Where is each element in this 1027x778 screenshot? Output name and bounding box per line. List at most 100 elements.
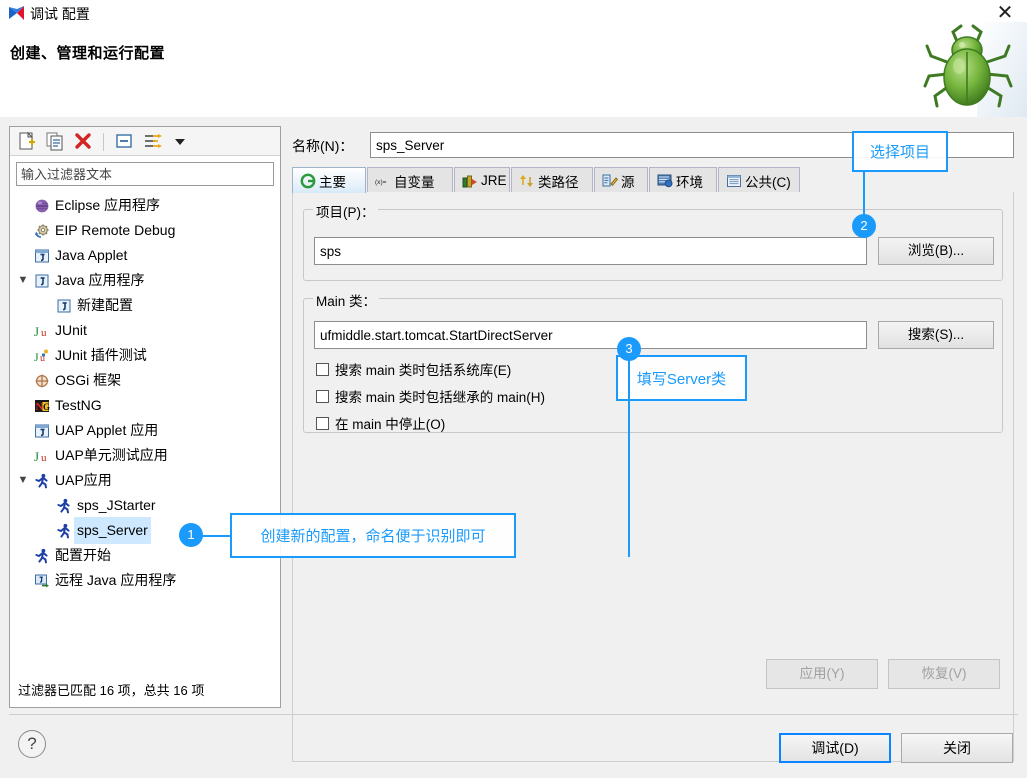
window-title: 调试 配置 [30,6,90,22]
tree-item-UAP单元测试应用[interactable]: Ju UAP单元测试应用 [12,443,278,468]
filter-icon[interactable] [141,131,165,153]
tree-item-新建配置[interactable]: 新建配置 [12,293,278,318]
annotation-2-badge: 2 [852,214,876,238]
runner-icon [54,523,74,539]
purple-sphere-icon [32,198,52,214]
junit-icon: Ju [32,323,52,339]
browse-button[interactable]: 浏览(B)... [878,237,994,265]
tree-item-label: UAP Applet 应用 [55,422,159,438]
close-button[interactable]: 关闭 [901,733,1013,763]
search-input[interactable] [16,162,274,186]
remote-java-icon [32,573,52,589]
footer-divider [9,714,1018,715]
gear-debug-icon [32,223,52,239]
tab-源[interactable]: 源 [594,167,648,193]
configurations-tree[interactable]: Eclipse 应用程序 EIP Remote Debug Java Applet ▼… [12,193,278,633]
project-group-title: 项目(P)： [313,201,378,221]
annotation-1-connector [200,535,232,537]
java-app-icon [54,298,74,314]
tab-label: 类路径 [538,174,579,190]
tree-item-OSGi-框架[interactable]: OSGi 框架 [12,368,278,393]
tab-label: JRE [481,173,507,188]
runner-icon [32,473,52,489]
java-applet-icon [32,423,52,439]
new-document-icon[interactable] [16,131,40,153]
twisty-icon[interactable]: ▼ [14,468,32,493]
classpath-icon [519,173,535,189]
checkbox-box[interactable] [316,416,329,430]
tree-item-JUnit-插件测试[interactable]: Ju JUnit 插件测试 [12,343,278,368]
annotation-2-box: 选择项目 [852,131,948,172]
question-mark-icon[interactable]: ? [18,730,46,758]
checkbox-include-inherited-main[interactable]: 搜索 main 类时包括继承的 main(H) [316,386,545,406]
copy-icon[interactable] [44,131,68,153]
java-app-icon [32,273,52,289]
tree-item-label: 远程 Java 应用程序 [55,572,177,588]
debug-button[interactable]: 调试(D) [779,733,891,763]
apply-button[interactable]: 应用(Y) [766,659,878,689]
main-class-input[interactable] [314,321,867,349]
junit-icon: Ju [32,448,52,464]
tree-item-label: sps_JStarter [77,497,156,513]
tree-item-UAP应用[interactable]: ▼ UAP应用 [12,468,278,493]
debug-config-icon [8,4,26,22]
twisty-icon[interactable]: ▼ [14,268,32,293]
tree-item-EIP-Remote-Debug[interactable]: EIP Remote Debug [12,218,278,243]
revert-button[interactable]: 恢复(V) [888,659,1000,689]
tree-toolbar [10,127,280,156]
tree-item-label: JUnit 插件测试 [55,347,147,363]
svg-text:J: J [34,324,39,339]
tab-环境[interactable]: 环境 [649,167,717,193]
checkbox-box[interactable] [316,362,329,376]
junit-plugin-icon: Ju [32,348,52,364]
chevron-down-icon[interactable] [169,131,193,153]
toolbar-separator [103,133,104,151]
svg-text:u: u [41,327,47,339]
filter-status-text: 过滤器已匹配 16 项，总共 16 项 [18,683,205,698]
svg-text:J: J [34,449,39,464]
tree-item-label: Eclipse 应用程序 [55,197,161,213]
tree-item-Java-应用程序[interactable]: ▼ Java 应用程序 [12,268,278,293]
tree-item-JUnit[interactable]: Ju JUnit [12,318,278,343]
project-group: 项目(P)： 浏览(B)... [303,201,1003,281]
tab-自变量[interactable]: (x)= 自变量 [367,167,453,193]
tab-JRE[interactable]: JRE [454,167,510,193]
environment-icon [657,173,673,189]
checkbox-label: 搜索 main 类时包括继承的 main(H) [335,390,546,405]
tab-公共C[interactable]: 公共(C) [718,167,800,193]
common-icon [726,173,742,189]
collapse-all-icon[interactable] [113,131,137,153]
checkbox-stop-in-main[interactable]: 在 main 中停止(O) [316,413,445,433]
main-tab-icon [300,173,316,189]
tree-item-Java-Applet[interactable]: Java Applet [12,243,278,268]
annotation-3-badge: 3 [617,337,641,361]
tree-item-label: UAP单元测试应用 [55,447,168,463]
tree-item-UAP-Applet-应用[interactable]: UAP Applet 应用 [12,418,278,443]
tree-item-label: Java Applet [55,247,128,263]
annotation-3-connector [628,355,630,557]
tree-item-label: TestNG [55,397,102,413]
tree-item-远程-Java-应用程序[interactable]: 远程 Java 应用程序 [12,568,278,593]
tab-label: 公共(C) [745,174,791,190]
project-input[interactable] [314,237,867,265]
checkbox-label: 在 main 中停止(O) [335,417,446,432]
tree-item-label: JUnit [55,322,87,338]
tab-类路径[interactable]: 类路径 [511,167,593,193]
jre-icon [462,173,478,189]
red-x-icon[interactable] [72,131,96,153]
checkbox-include-system-libraries[interactable]: 搜索 main 类时包括系统库(E) [316,359,511,379]
tab-主要[interactable]: 主要 [292,167,366,193]
java-applet-icon [32,248,52,264]
annotation-1-box: 创建新的配置，命名便于识别即可 [230,513,516,558]
annotation-3-box: 填写Server类 [616,355,747,401]
tree-item-Eclipse-应用程序[interactable]: Eclipse 应用程序 [12,193,278,218]
main-class-group-title: Main 类： [313,290,380,310]
annotation-1-badge: 1 [179,523,203,547]
checkbox-box[interactable] [316,389,329,403]
annotation-2-connector [863,172,865,220]
tree-item-TestNG[interactable]: N G TestNG [12,393,278,418]
close-icon[interactable]: ✕ [993,2,1017,24]
search-button[interactable]: 搜索(S)... [878,321,994,349]
tab-label: 主要 [319,174,346,190]
tree-item-label: UAP应用 [55,472,112,488]
